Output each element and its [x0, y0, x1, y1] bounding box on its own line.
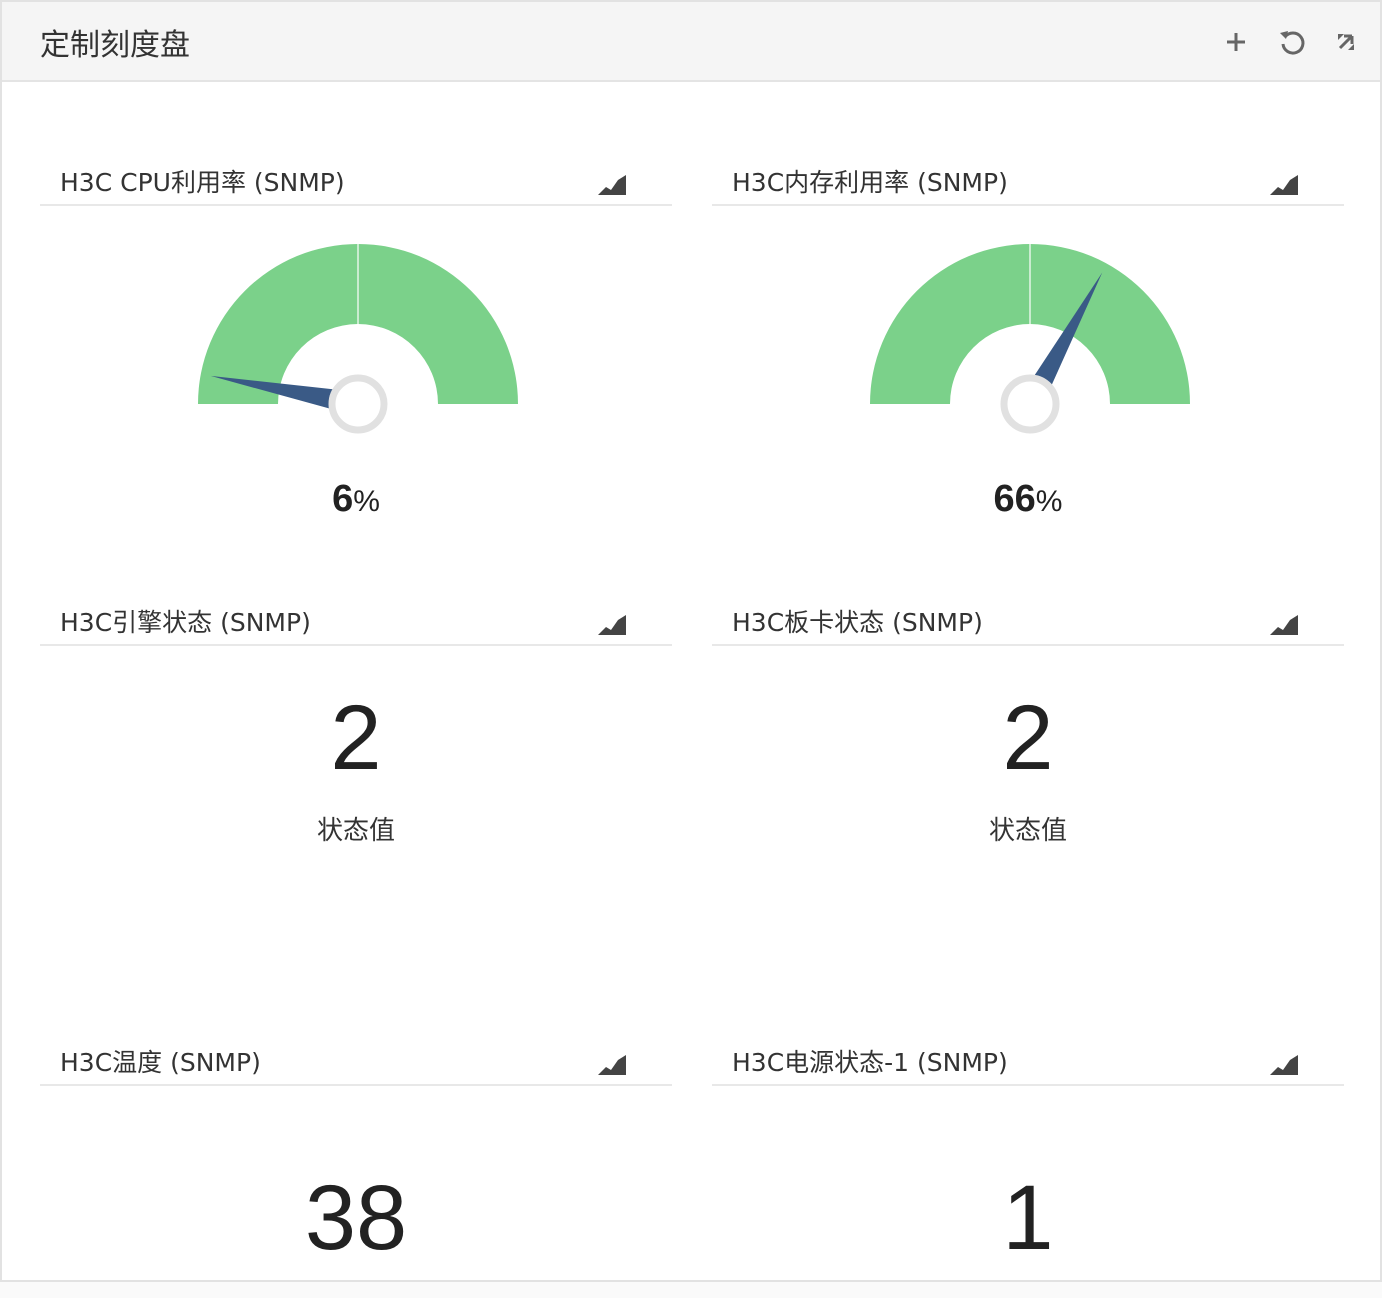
widget-board-status: H3C板卡状态 (SNMP) 2 状态值 — [712, 560, 1344, 1000]
widget-header: H3C引擎状态 (SNMP) — [40, 560, 672, 646]
cpu-value-readout: 6% — [40, 478, 672, 521]
widget-temperature: H3C温度 (SNMP) 38 — [40, 1000, 672, 1280]
status-label: 状态值 — [988, 816, 1067, 846]
widget-memory: H3C内存利用率 (SNMP) 66% — [712, 120, 1344, 560]
widget-title: H3C CPU利用率 (SNMP) — [60, 168, 345, 197]
gauge-unit: % — [1035, 485, 1063, 518]
area-chart-icon[interactable] — [1268, 611, 1300, 637]
widget-title: H3C电源状态-1 (SNMP) — [732, 1048, 1008, 1077]
panel-header: 定制刻度盘 — [2, 2, 1380, 82]
widget-cpu: H3C CPU利用率 (SNMP) 6% — [40, 120, 672, 560]
power-value: 1 — [1002, 1167, 1054, 1269]
cpu-gauge — [198, 224, 518, 434]
widget-title: H3C引擎状态 (SNMP) — [60, 608, 311, 637]
gauge-unit: % — [353, 485, 380, 518]
widget-header: H3C电源状态-1 (SNMP) — [712, 1000, 1344, 1086]
area-chart-icon[interactable] — [1268, 1051, 1300, 1077]
gauge-pivot — [1000, 374, 1060, 434]
widget-title: H3C内存利用率 (SNMP) — [732, 168, 1008, 197]
plus-icon[interactable] — [1220, 26, 1252, 58]
widget-header: H3C CPU利用率 (SNMP) — [40, 120, 672, 206]
refresh-icon[interactable] — [1276, 26, 1308, 58]
widget-header: H3C板卡状态 (SNMP) — [712, 560, 1344, 646]
area-chart-icon[interactable] — [596, 171, 628, 197]
area-chart-icon[interactable] — [1268, 171, 1300, 197]
widget-header: H3C内存利用率 (SNMP) — [712, 120, 1344, 206]
widget-title: H3C板卡状态 (SNMP) — [732, 608, 983, 637]
gauge-value: 66 — [993, 478, 1036, 520]
memory-value-readout: 66% — [712, 478, 1344, 521]
widget-title: H3C温度 (SNMP) — [60, 1048, 261, 1077]
gauge-value: 6 — [332, 478, 354, 520]
memory-gauge — [870, 224, 1190, 434]
area-chart-icon[interactable] — [596, 611, 628, 637]
temperature-value: 38 — [304, 1167, 408, 1269]
widget-power-status: H3C电源状态-1 (SNMP) 1 — [712, 1000, 1344, 1280]
status-value: 2 — [1002, 687, 1054, 789]
status-label: 状态值 — [316, 816, 395, 846]
widget-header: H3C温度 (SNMP) — [40, 1000, 672, 1086]
gauge-pivot — [328, 374, 388, 434]
custom-dial-panel: 定制刻度盘 H3C CPU利用率 (SNMP) 6% H3C内存利用率 (SNM… — [0, 0, 1382, 1282]
status-value: 2 — [330, 687, 382, 789]
area-chart-icon[interactable] — [596, 1051, 628, 1077]
panel-title: 定制刻度盘 — [40, 28, 190, 63]
collapse-icon[interactable] — [1330, 26, 1362, 58]
widget-engine-status: H3C引擎状态 (SNMP) 2 状态值 — [40, 560, 672, 1000]
